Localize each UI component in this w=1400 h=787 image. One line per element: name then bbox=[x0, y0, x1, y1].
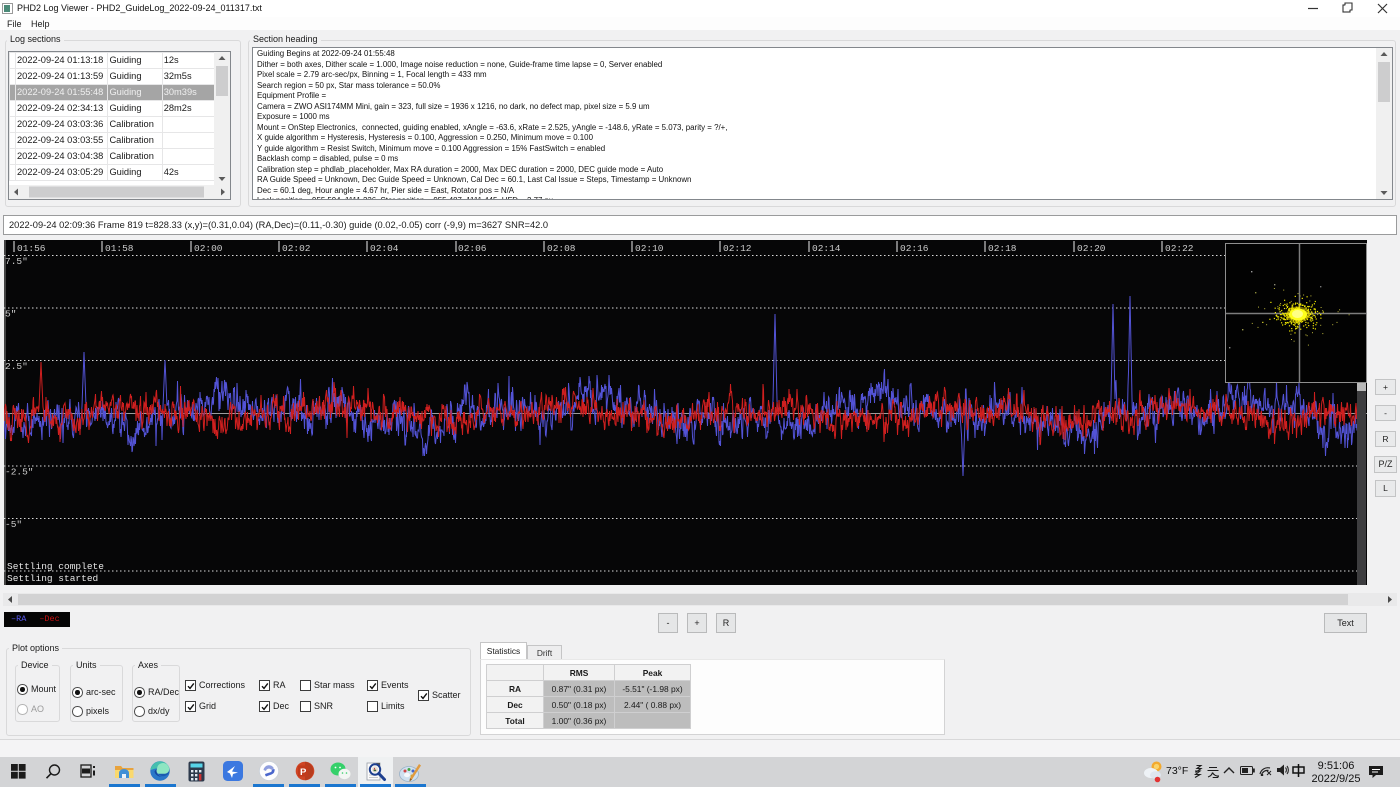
svg-text:Settling complete: Settling complete bbox=[7, 561, 104, 572]
svg-text:01:58: 01:58 bbox=[105, 243, 134, 254]
svg-text:2.5": 2.5" bbox=[5, 361, 28, 372]
svg-text:02:22: 02:22 bbox=[1165, 243, 1194, 254]
svg-text:02:04: 02:04 bbox=[370, 243, 399, 254]
svg-text:02:12: 02:12 bbox=[723, 243, 752, 254]
svg-text:-2.5": -2.5" bbox=[5, 467, 34, 478]
svg-text:Settling started: Settling started bbox=[7, 573, 98, 584]
svg-text:5": 5" bbox=[5, 309, 16, 320]
svg-text:02:08: 02:08 bbox=[547, 243, 576, 254]
svg-text:P: P bbox=[300, 767, 307, 778]
svg-text:02:20: 02:20 bbox=[1077, 243, 1106, 254]
svg-text:02:18: 02:18 bbox=[988, 243, 1017, 254]
svg-text:02:10: 02:10 bbox=[635, 243, 664, 254]
svg-text:02:14: 02:14 bbox=[812, 243, 841, 254]
svg-text:02:02: 02:02 bbox=[282, 243, 311, 254]
svg-text:02:00: 02:00 bbox=[194, 243, 223, 254]
svg-text:02:06: 02:06 bbox=[458, 243, 487, 254]
svg-text:02:16: 02:16 bbox=[900, 243, 929, 254]
svg-text:01:56: 01:56 bbox=[17, 243, 46, 254]
svg-text:-5": -5" bbox=[5, 519, 22, 530]
svg-text:7.5": 7.5" bbox=[5, 256, 28, 267]
